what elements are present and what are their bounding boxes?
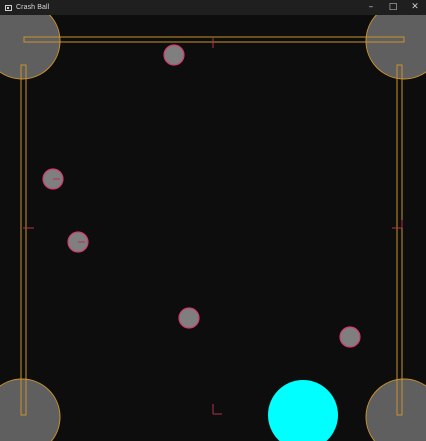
ball <box>67 231 89 253</box>
game-board <box>0 15 426 441</box>
ball <box>178 307 200 329</box>
ball <box>163 44 185 66</box>
game-canvas[interactable] <box>0 15 426 441</box>
window-app-icon <box>5 4 12 11</box>
paddle-left <box>20 64 27 416</box>
marker-bottom <box>212 404 222 415</box>
corner-post-top-left <box>0 15 61 80</box>
close-button[interactable]: ✕ <box>404 0 426 15</box>
corner-post-bottom-right <box>365 378 426 441</box>
ball <box>42 168 64 190</box>
paddle-right <box>396 64 403 416</box>
corner-post-top-right <box>365 15 426 80</box>
maximize-button[interactable]: □ <box>382 0 404 15</box>
minimize-button[interactable]: – <box>360 0 382 15</box>
paddle-top <box>23 36 405 43</box>
player-ball[interactable] <box>268 380 338 441</box>
corner-post-bottom-left <box>0 378 61 441</box>
title-bar: Crash Ball – □ ✕ <box>0 0 426 15</box>
window-title: Crash Ball <box>16 4 50 11</box>
ball <box>339 326 361 348</box>
